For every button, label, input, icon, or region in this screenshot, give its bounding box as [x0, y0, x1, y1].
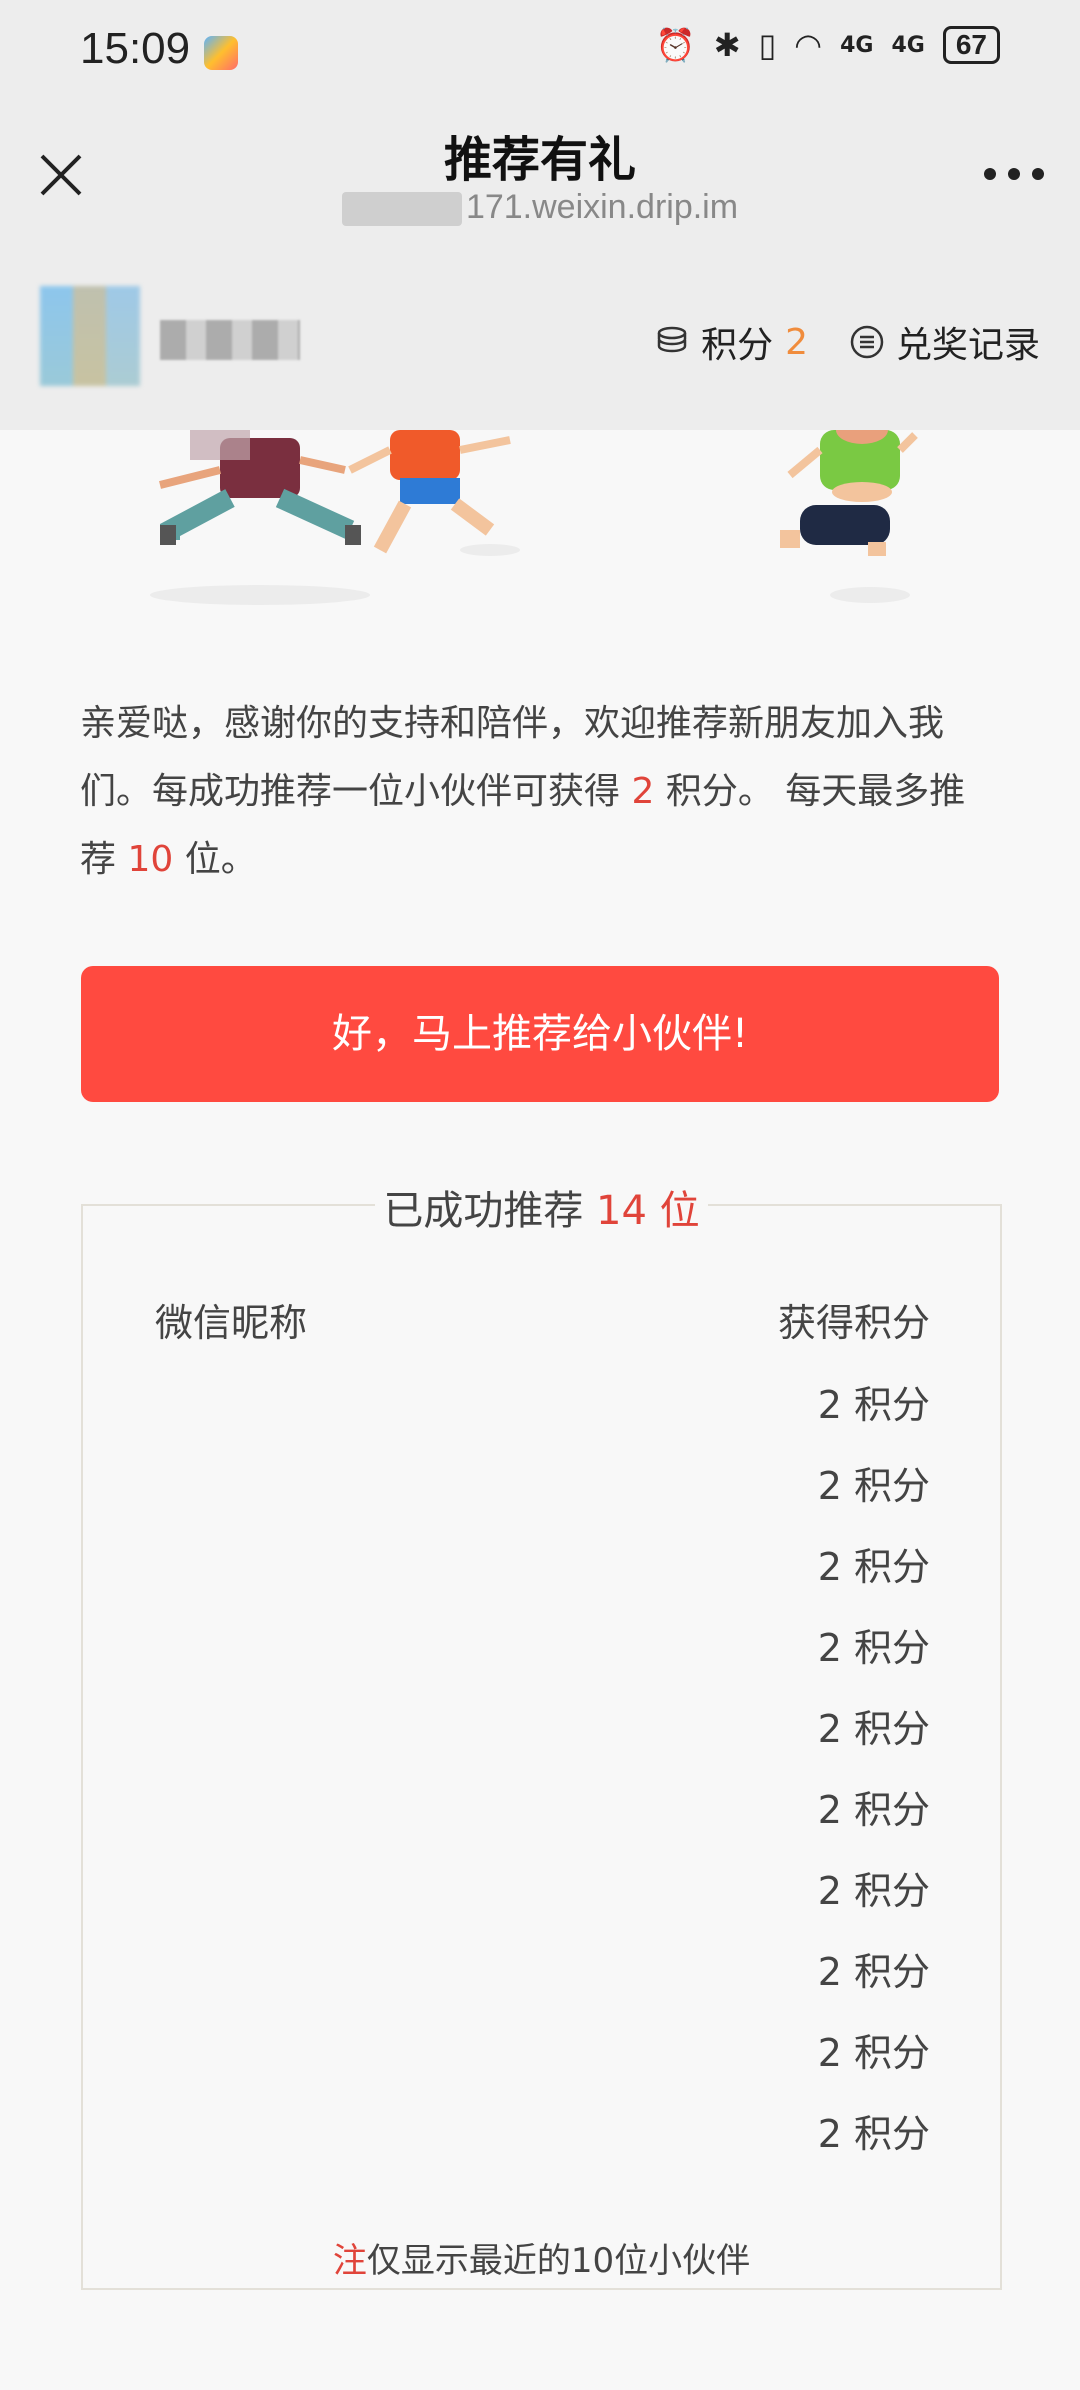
table-row: 2 积分	[817, 1383, 930, 1427]
url-text: 171.weixin.drip.im	[465, 188, 739, 226]
user-actions: 积分 2 兑奖记录	[655, 316, 1040, 368]
table-row: 2 积分	[817, 1788, 930, 1832]
battery-icon: 67	[942, 26, 1000, 64]
note-mark: 注	[332, 2241, 367, 2281]
intro-text: 亲爱哒，感谢你的支持和陪伴，欢迎推荐新朋友加入我们。每成功推荐一位小伙伴可获得 …	[80, 690, 1000, 894]
table-row: 2 积分	[817, 1707, 930, 1751]
user-bar: 积分 2 兑奖记录	[0, 250, 1080, 430]
page-url: 171.weixin.drip.im	[0, 188, 1080, 227]
note-text: 仅显示最近的10位小伙伴	[366, 2241, 751, 2281]
user-name-redacted	[160, 320, 300, 360]
status-time: 15:09	[80, 24, 191, 73]
app-notification-icon	[204, 36, 238, 70]
records-label: 兑奖记录	[895, 325, 1040, 366]
alarm-icon: ⏰	[655, 26, 696, 64]
intro-points-per-referral: 2	[631, 771, 655, 812]
table-row: 2 积分	[817, 1950, 930, 1994]
intro-daily-max: 10	[127, 839, 174, 880]
points-label: 积分	[701, 325, 774, 366]
status-icons: ⏰ ✱ ▯ ◠ 4G 4G 67	[656, 26, 1000, 64]
referral-list: 2 积分 2 积分 2 积分 2 积分 2 积分 2 积分 2 积分 2 积分 …	[818, 1374, 930, 2184]
table-row: 2 积分	[817, 2031, 930, 2075]
coins-icon	[657, 326, 687, 353]
table-row: 2 积分	[817, 1464, 930, 1508]
redacted-url-part	[341, 192, 462, 227]
intro-part3: 位。	[184, 839, 257, 880]
table-row: 2 积分	[817, 1545, 930, 1589]
points-value: 2	[785, 321, 808, 363]
vibrate-icon: ▯	[758, 26, 777, 64]
referral-panel: 已成功推荐 14 位 微信昵称 获得积分 2 积分 2 积分 2 积分 2 积分…	[81, 1188, 1002, 2290]
panel-title-prefix: 已成功推荐	[383, 1188, 584, 1234]
panel-count: 14 位	[596, 1188, 700, 1234]
signal-icon-1: 4G	[840, 32, 874, 58]
recommend-button[interactable]: 好，马上推荐给小伙伴!	[81, 966, 999, 1102]
hero-illustration	[150, 430, 918, 605]
col-header-nickname: 微信昵称	[155, 1301, 308, 1345]
panel-title: 已成功推荐 14 位	[83, 1178, 1000, 1236]
table-row: 2 积分	[817, 1626, 930, 1670]
nav-bar: 推荐有礼 171.weixin.drip.im	[0, 100, 1080, 250]
table-row: 2 积分	[817, 1869, 930, 1913]
points-link[interactable]: 积分 2	[655, 316, 808, 368]
footnote: 注仅显示最近的10位小伙伴	[83, 2233, 1000, 2282]
page-title: 推荐有礼	[443, 132, 636, 188]
more-icon[interactable]	[984, 166, 1044, 182]
wifi-icon: ◠	[794, 26, 823, 64]
records-link[interactable]: 兑奖记录	[850, 316, 1040, 368]
col-header-points: 获得积分	[777, 1301, 930, 1345]
status-bar: 15:09 ⏰ ✱ ▯ ◠ 4G 4G 67	[0, 0, 1080, 100]
list-icon	[850, 325, 884, 359]
bluetooth-icon: ✱	[713, 26, 741, 64]
signal-icon-2: 4G	[891, 32, 925, 58]
table-row: 2 积分	[817, 2112, 930, 2156]
avatar	[40, 286, 140, 386]
